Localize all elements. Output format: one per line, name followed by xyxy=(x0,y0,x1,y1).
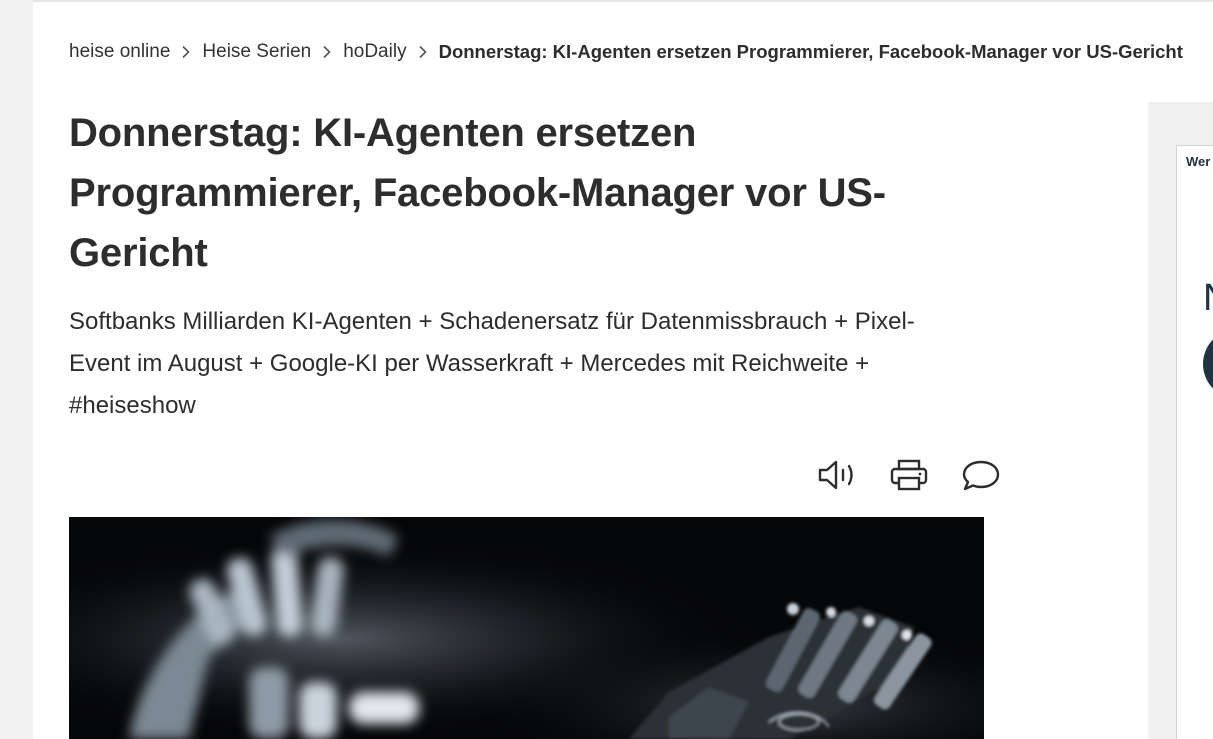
top-divider xyxy=(33,0,1213,2)
chevron-right-icon xyxy=(311,45,343,59)
ad-label: Wer xyxy=(1186,154,1211,169)
chevron-right-icon xyxy=(170,45,202,59)
breadcrumb-link-heise-serien[interactable]: Heise Serien xyxy=(202,40,311,64)
breadcrumb-current: Donnerstag: KI-Agenten ersetzen Programm… xyxy=(438,41,1183,62)
read-aloud-button[interactable] xyxy=(801,455,873,495)
article-teaser: Softbanks Milliarden KI-Agenten + Schade… xyxy=(69,308,915,419)
article-headline: Donnerstag: KI-Agenten ersetzen Programm… xyxy=(69,111,886,275)
article-tools xyxy=(801,455,1017,495)
ad-banner[interactable]: Wer N xyxy=(1176,145,1213,739)
speaker-icon xyxy=(818,460,853,490)
robot-hands-image xyxy=(69,517,984,739)
ad-headline-letter: N xyxy=(1203,276,1213,320)
print-button[interactable] xyxy=(873,455,945,495)
chevron-right-icon xyxy=(407,45,439,59)
breadcrumb: heise online Heise Serien hoDaily Donner… xyxy=(69,40,1183,64)
comment-icon xyxy=(962,460,1000,491)
ad-graphic xyxy=(1203,329,1213,399)
sidebar: Wer N xyxy=(1148,102,1213,739)
breadcrumb-link-heise-online[interactable]: heise online xyxy=(69,40,170,64)
page-content: heise online Heise Serien hoDaily Donner… xyxy=(33,0,1213,739)
comments-button[interactable] xyxy=(945,455,1017,495)
breadcrumb-link-hodaily[interactable]: hoDaily xyxy=(343,40,406,64)
article-hero-image xyxy=(69,517,984,739)
printer-icon xyxy=(890,459,928,491)
